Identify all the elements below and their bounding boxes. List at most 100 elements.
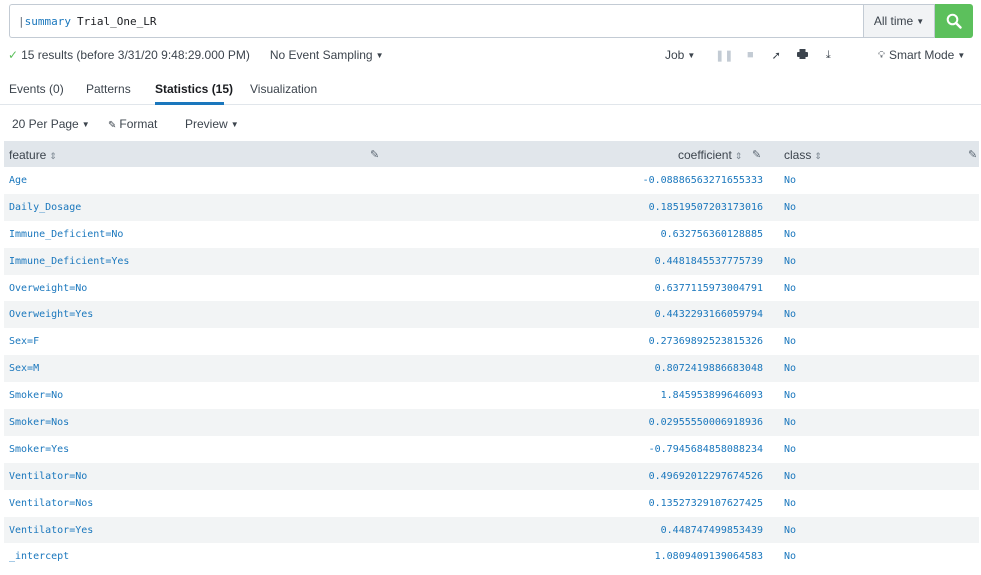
class-cell[interactable]: No xyxy=(784,202,796,213)
feature-cell[interactable]: Ventilator=Nos xyxy=(9,498,93,509)
column-header-coefficient-label: coefficient xyxy=(678,148,732,162)
chevron-down-icon: ▼ xyxy=(957,50,966,60)
print-icon[interactable] xyxy=(789,48,815,62)
column-header-class[interactable]: class ⇕ xyxy=(784,148,822,162)
class-cell[interactable]: No xyxy=(784,444,796,455)
feature-cell[interactable]: Immune_Deficient=Yes xyxy=(9,256,129,267)
feature-cell[interactable]: Smoker=No xyxy=(9,390,63,401)
tab-visualization[interactable]: Visualization xyxy=(250,82,317,96)
coefficient-cell[interactable]: 0.6377115973004791 xyxy=(655,283,763,294)
column-header-feature[interactable]: feature ⇕ xyxy=(9,148,57,162)
search-bar: | summary Trial_One_LR All time ▼ xyxy=(9,4,973,38)
class-cell[interactable]: No xyxy=(784,390,796,401)
feature-cell[interactable]: Overweight=No xyxy=(9,283,87,294)
feature-cell[interactable]: Sex=F xyxy=(9,336,39,347)
class-cell[interactable]: No xyxy=(784,336,796,347)
sort-icon: ⇕ xyxy=(49,151,57,161)
event-sampling-dropdown[interactable]: No Event Sampling ▼ xyxy=(270,48,384,62)
statistics-table: feature ⇕ ✎ coefficient ⇕ ✎ class ⇕ ✎ Age -0… xyxy=(4,141,979,570)
chevron-down-icon: ▼ xyxy=(375,51,384,60)
search-icon xyxy=(946,13,962,29)
feature-cell[interactable]: Smoker=Yes xyxy=(9,444,69,455)
feature-cell[interactable]: Sex=M xyxy=(9,363,39,374)
coefficient-cell[interactable]: 0.4432293166059794 xyxy=(655,309,763,320)
class-cell[interactable]: No xyxy=(784,525,796,536)
search-input[interactable]: | summary Trial_One_LR xyxy=(9,4,863,38)
edit-column-icon[interactable]: ✎ xyxy=(968,148,977,161)
export-icon[interactable]: ⤓ xyxy=(815,49,841,62)
format-button[interactable]: ✎ Format xyxy=(108,117,157,131)
coefficient-cell[interactable]: 0.632756360128885 xyxy=(661,229,763,240)
share-icon[interactable]: ➚ xyxy=(763,49,789,62)
feature-cell[interactable]: Ventilator=No xyxy=(9,471,87,482)
coefficient-cell[interactable]: 0.49692012297674526 xyxy=(649,471,763,482)
class-cell[interactable]: No xyxy=(784,471,796,482)
coefficient-cell[interactable]: 0.448747499853439 xyxy=(661,525,763,536)
tab-events[interactable]: Events (0) xyxy=(9,82,64,96)
search-pipe: | xyxy=(18,14,25,28)
coefficient-cell[interactable]: 0.02955550006918936 xyxy=(649,417,763,428)
coefficient-cell[interactable]: 1.0809409139064583 xyxy=(655,551,763,562)
coefficient-cell[interactable]: 0.4481845537775739 xyxy=(655,256,763,267)
edit-column-icon[interactable]: ✎ xyxy=(752,148,761,161)
feature-cell[interactable]: Ventilator=Yes xyxy=(9,525,93,536)
tab-patterns[interactable]: Patterns xyxy=(86,82,131,96)
table-row: Ventilator=Yes 0.448747499853439 No xyxy=(4,516,979,544)
search-mode-dropdown[interactable]: 💡︎ Smart Mode ▼ xyxy=(878,44,965,66)
coefficient-cell[interactable]: -0.7945684858088234 xyxy=(649,444,763,455)
table-row: Immune_Deficient=Yes 0.4481845537775739 No xyxy=(4,247,979,275)
table-row: Ventilator=Nos 0.13527329107627425 No xyxy=(4,490,979,517)
tab-statistics[interactable]: Statistics (15) xyxy=(155,82,233,96)
coefficient-cell[interactable]: 1.845953899646093 xyxy=(661,390,763,401)
table-row: Overweight=No 0.6377115973004791 No xyxy=(4,275,979,302)
pause-icon[interactable]: ❚❚ xyxy=(711,49,737,62)
class-cell[interactable]: No xyxy=(784,417,796,428)
preview-dropdown[interactable]: Preview ▼ xyxy=(185,117,239,131)
feature-cell[interactable]: Smoker=Nos xyxy=(9,417,69,428)
feature-cell[interactable]: Overweight=Yes xyxy=(9,309,93,320)
class-cell[interactable]: No xyxy=(784,551,796,562)
table-toolbar: 20 Per Page ▼ ✎ Format Preview ▼ xyxy=(0,112,981,136)
search-button[interactable] xyxy=(935,4,973,38)
preview-label: Preview xyxy=(185,117,228,131)
class-cell[interactable]: No xyxy=(784,229,796,240)
chevron-down-icon: ▼ xyxy=(81,120,90,129)
time-range-picker[interactable]: All time ▼ xyxy=(863,4,935,38)
edit-column-icon[interactable]: ✎ xyxy=(370,148,379,161)
column-header-coefficient[interactable]: coefficient ⇕ xyxy=(678,148,742,162)
job-menu[interactable]: Job ▼ xyxy=(665,48,695,62)
table-row: Immune_Deficient=No 0.632756360128885 No xyxy=(4,221,979,248)
class-cell[interactable]: No xyxy=(784,283,796,294)
table-row: Smoker=No 1.845953899646093 No xyxy=(4,382,979,409)
coefficient-cell[interactable]: 0.13527329107627425 xyxy=(649,498,763,509)
class-cell[interactable]: No xyxy=(784,256,796,267)
feature-cell[interactable]: _intercept xyxy=(9,551,69,562)
chevron-down-icon: ▼ xyxy=(916,16,925,26)
column-header-feature-label: feature xyxy=(9,148,47,162)
coefficient-cell[interactable]: 0.18519507203173016 xyxy=(649,202,763,213)
stop-icon[interactable]: ■ xyxy=(737,49,763,61)
job-status-bar: ✓ 15 results (before 3/31/20 9:48:29.000… xyxy=(8,44,973,66)
class-cell[interactable]: No xyxy=(784,498,796,509)
coefficient-cell[interactable]: 0.8072419886683048 xyxy=(655,363,763,374)
coefficient-cell[interactable]: 0.27369892523815326 xyxy=(649,336,763,347)
per-page-label: 20 Per Page xyxy=(12,117,79,131)
class-cell[interactable]: No xyxy=(784,363,796,374)
feature-cell[interactable]: Daily_Dosage xyxy=(9,202,81,213)
class-cell[interactable]: No xyxy=(784,309,796,320)
table-body: Age -0.08886563271655333 No Daily_Dosage 0.1… xyxy=(4,167,979,570)
coefficient-cell[interactable]: -0.08886563271655333 xyxy=(643,175,763,186)
lightbulb-icon: 💡︎ xyxy=(878,49,885,61)
feature-cell[interactable]: Age xyxy=(9,175,27,186)
results-count: 15 results (before 3/31/20 9:48:29.000 P… xyxy=(21,48,250,62)
search-mode-label: Smart Mode xyxy=(889,48,955,62)
feature-cell[interactable]: Immune_Deficient=No xyxy=(9,229,123,240)
job-controls: Job ▼ ❚❚ ■ ➚ ⤓ xyxy=(665,44,841,66)
table-row: Sex=F 0.27369892523815326 No xyxy=(4,328,979,355)
table-row: Ventilator=No 0.49692012297674526 No xyxy=(4,462,979,490)
search-command: summary xyxy=(24,14,71,28)
table-row: _intercept 1.0809409139064583 No xyxy=(4,543,979,570)
chevron-down-icon: ▼ xyxy=(687,51,696,60)
per-page-dropdown[interactable]: 20 Per Page ▼ xyxy=(12,117,90,131)
class-cell[interactable]: No xyxy=(784,175,796,186)
